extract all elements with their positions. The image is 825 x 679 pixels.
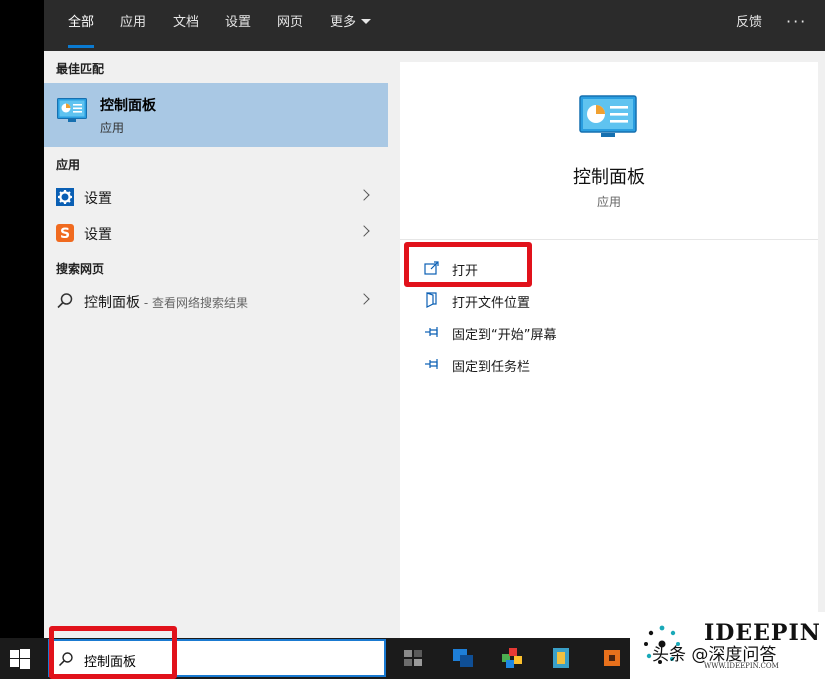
tab-web[interactable]: 网页 bbox=[277, 0, 303, 51]
web-search-label: 控制面板 - 查看网络搜索结果 bbox=[84, 292, 248, 312]
svg-text:S: S bbox=[60, 226, 70, 242]
open-file-location-label: 打开文件位置 bbox=[452, 296, 531, 311]
app-item-label: 设置 bbox=[84, 191, 112, 207]
more-options-button[interactable]: ··· bbox=[786, 0, 807, 51]
web-search-suffix: - 查看网络搜索结果 bbox=[140, 296, 248, 310]
best-match-header: 最佳匹配 bbox=[56, 62, 105, 76]
pin-icon bbox=[424, 356, 440, 372]
open-highlight-box bbox=[404, 242, 532, 287]
best-match-subtitle: 应用 bbox=[100, 121, 125, 135]
chevron-right-icon[interactable] bbox=[358, 293, 370, 305]
detail-pane: 控制面板 应用 打开 打开文件位置 固定到“开始”屏幕 固定到任务栏 bbox=[400, 62, 818, 638]
windows-start-button[interactable] bbox=[10, 649, 30, 669]
pin-to-start-action[interactable]: 固定到“开始”屏幕 bbox=[424, 321, 594, 345]
feedback-label: 反馈 bbox=[736, 15, 763, 30]
tab-web-label: 网页 bbox=[277, 15, 304, 30]
taskbar-app-icon[interactable] bbox=[550, 646, 574, 670]
detail-divider bbox=[400, 239, 818, 240]
file-location-icon bbox=[424, 292, 440, 308]
tab-more-label: 更多 bbox=[330, 15, 357, 30]
left-edge-strip bbox=[0, 0, 44, 638]
apps-header: 应用 bbox=[56, 158, 81, 172]
control-panel-icon bbox=[57, 98, 87, 128]
app-item-settings-sogou[interactable]: S 设置 bbox=[44, 215, 388, 251]
app-item-settings[interactable]: 设置 bbox=[44, 179, 388, 215]
taskbar-app-icon[interactable] bbox=[500, 646, 524, 670]
watermark-url: WWW.IDEEPIN.COM bbox=[704, 662, 779, 670]
chevron-right-icon[interactable] bbox=[358, 225, 370, 237]
pin-to-start-label: 固定到“开始”屏幕 bbox=[452, 328, 557, 343]
control-panel-large-icon bbox=[579, 95, 637, 143]
caret-down-icon bbox=[361, 19, 372, 24]
tab-more[interactable]: 更多 bbox=[330, 0, 372, 51]
tab-documents[interactable]: 文档 bbox=[173, 0, 199, 51]
taskbar-app-icon[interactable] bbox=[402, 646, 426, 670]
results-pane: 最佳匹配 控制面板 应用 应用 设置 S 设置 搜索网页 控制面板 - 查看网络… bbox=[44, 51, 388, 638]
more-options-icon: ··· bbox=[786, 12, 808, 31]
sogou-s-icon: S bbox=[56, 224, 74, 242]
pin-to-taskbar-action[interactable]: 固定到任务栏 bbox=[424, 353, 574, 377]
watermark: IDEEPIN 头条 @深度问答 WWW.IDEEPIN.COM bbox=[630, 612, 825, 679]
detail-subtitle: 应用 bbox=[596, 195, 621, 209]
tab-settings-label: 设置 bbox=[225, 15, 252, 30]
chevron-right-icon[interactable] bbox=[358, 189, 370, 201]
tab-settings[interactable]: 设置 bbox=[225, 0, 251, 51]
tab-all-label: 全部 bbox=[68, 15, 95, 30]
gear-icon bbox=[56, 188, 74, 206]
tab-documents-label: 文档 bbox=[173, 15, 200, 30]
best-match-item[interactable]: 控制面板 应用 bbox=[44, 83, 388, 147]
web-search-query: 控制面板 bbox=[84, 295, 140, 311]
web-search-header: 搜索网页 bbox=[56, 262, 105, 276]
web-search-item[interactable]: 控制面板 - 查看网络搜索结果 bbox=[44, 283, 388, 319]
tab-apps-label: 应用 bbox=[120, 15, 147, 30]
pin-to-taskbar-label: 固定到任务栏 bbox=[452, 360, 531, 375]
best-match-title: 控制面板 bbox=[100, 98, 156, 114]
tab-apps[interactable]: 应用 bbox=[120, 0, 146, 51]
search-highlight-box bbox=[49, 626, 177, 679]
taskbar-app-icon[interactable] bbox=[451, 646, 475, 670]
taskbar-app-icon[interactable] bbox=[600, 646, 624, 670]
detail-title: 控制面板 bbox=[573, 167, 645, 188]
search-tab-bar: 全部 应用 文档 设置 网页 更多 反馈 ··· bbox=[44, 0, 825, 51]
app-item-label: 设置 bbox=[84, 227, 112, 243]
search-icon bbox=[56, 292, 74, 310]
open-file-location-action[interactable]: 打开文件位置 bbox=[424, 289, 574, 313]
pin-icon bbox=[424, 324, 440, 340]
tab-all[interactable]: 全部 bbox=[68, 0, 95, 51]
feedback-button[interactable]: 反馈 bbox=[736, 0, 762, 51]
